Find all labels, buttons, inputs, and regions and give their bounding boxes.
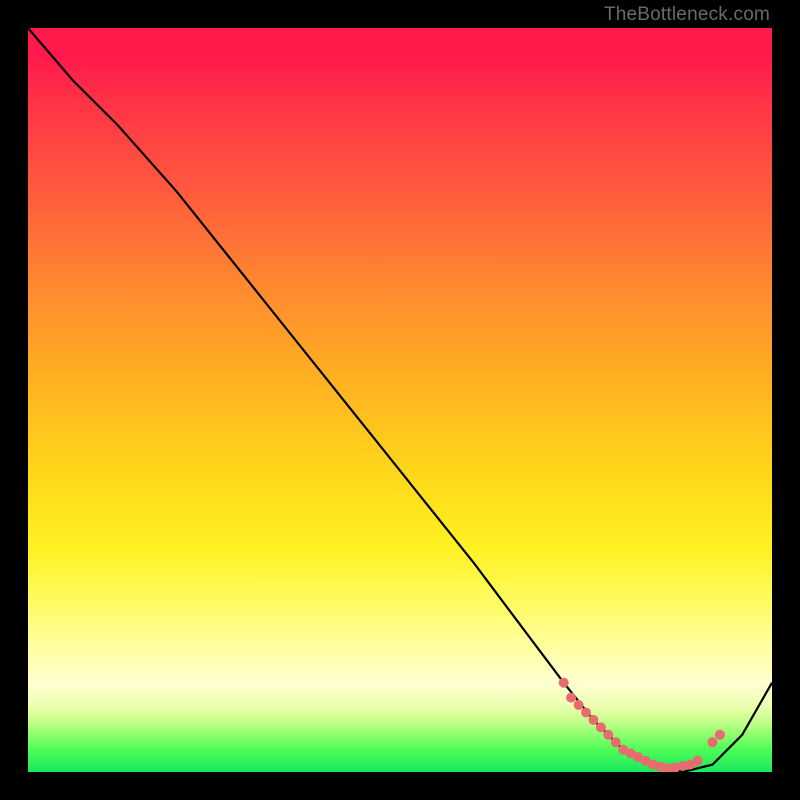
marker-dot [566, 693, 576, 703]
marker-dot [574, 700, 584, 710]
marker-dot [611, 737, 621, 747]
marker-dot [693, 756, 703, 766]
marker-dot [708, 737, 718, 747]
curve-line [28, 28, 772, 772]
watermark-text: TheBottleneck.com [604, 4, 770, 26]
marker-dot [715, 730, 725, 740]
marker-dot [603, 730, 613, 740]
chart-svg [28, 28, 772, 772]
plot-area [28, 28, 772, 772]
marker-dot [559, 678, 569, 688]
marker-dot [588, 715, 598, 725]
chart-frame: TheBottleneck.com [0, 0, 800, 800]
marker-dot [581, 708, 591, 718]
highlight-markers [559, 678, 725, 772]
marker-dot [596, 722, 606, 732]
